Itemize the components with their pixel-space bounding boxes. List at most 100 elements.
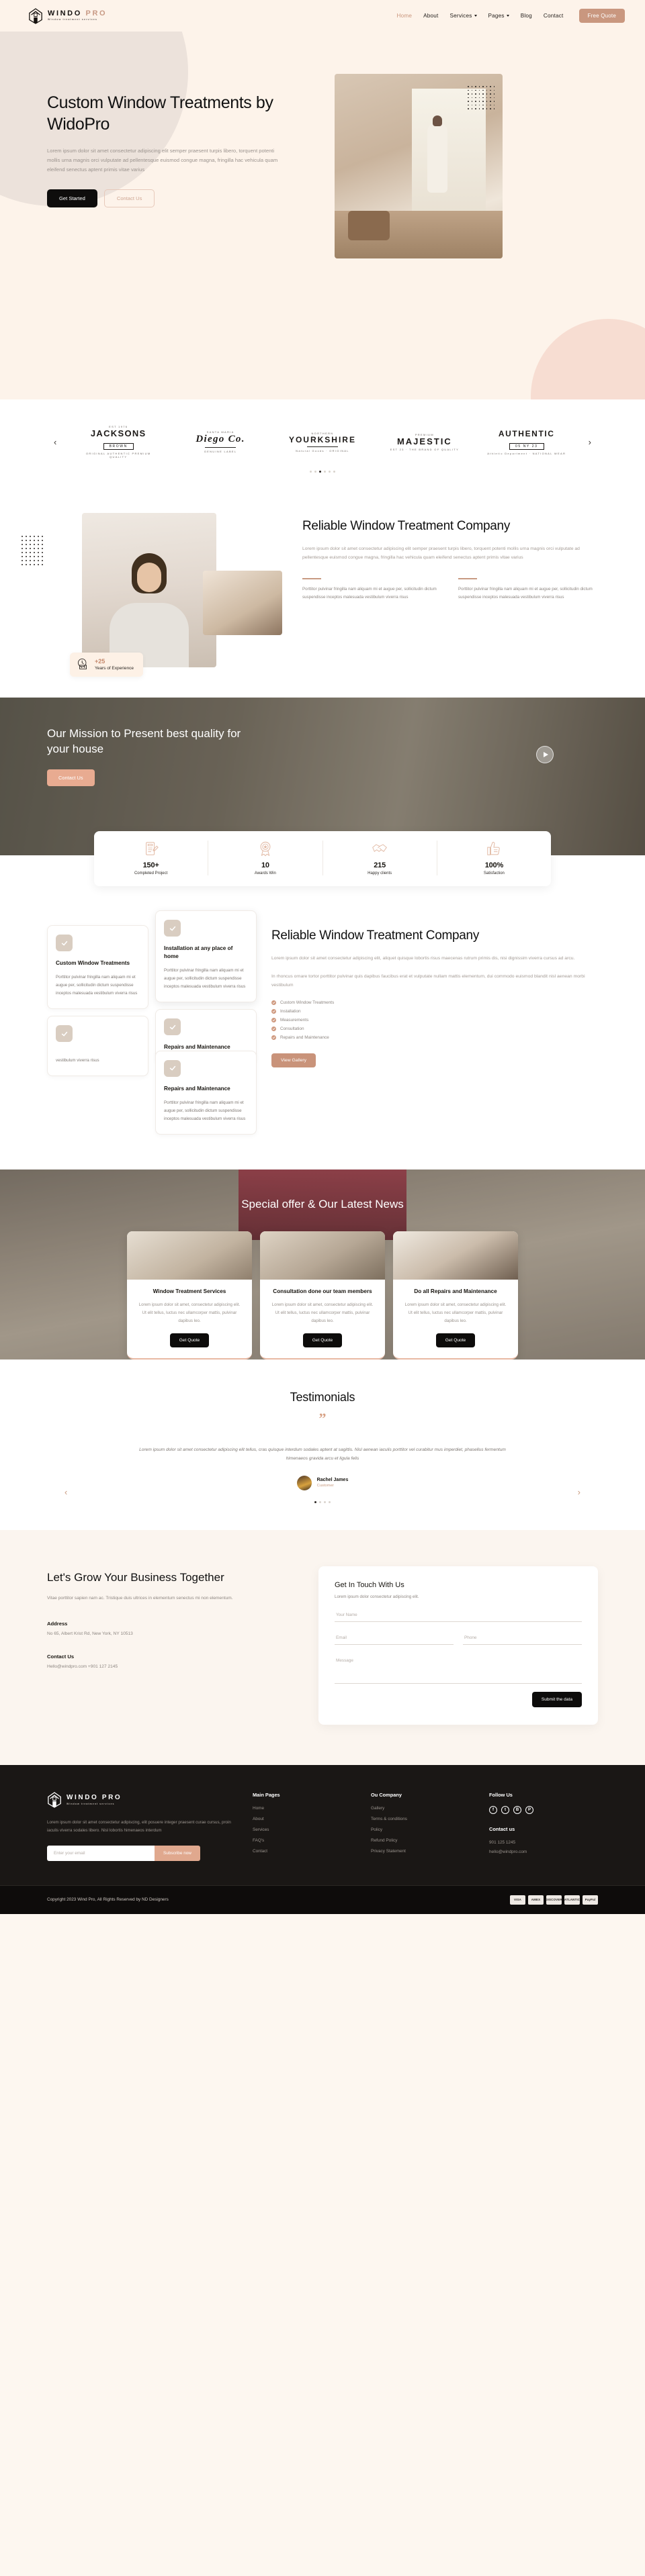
behance-icon[interactable]: B bbox=[513, 1805, 521, 1814]
subscribe-button[interactable]: Subscribe now bbox=[155, 1845, 200, 1861]
footer-logo[interactable]: WINDO PRO Window treatment services bbox=[47, 1791, 235, 1808]
nav-item-contact[interactable]: Contact bbox=[544, 13, 564, 19]
footer-column-follow-us: Follow Us f t B P Contact us 901 125 124… bbox=[489, 1792, 590, 1861]
handshake-icon bbox=[372, 844, 388, 853]
services-paragraph-1: Lorem ipsum dolor sit amet consectetur a… bbox=[271, 955, 575, 961]
get-quote-button[interactable]: Get Quote bbox=[435, 1333, 476, 1348]
partner-logo[interactable]: SANTA MARIA Diego Co. GENUINE LABEL bbox=[180, 430, 261, 453]
footer-link[interactable]: FAQ's bbox=[253, 1838, 353, 1843]
check-circle-icon bbox=[271, 1035, 276, 1041]
testimonials-prev-arrow[interactable]: ‹ bbox=[64, 1487, 67, 1497]
phone-input[interactable] bbox=[463, 1631, 582, 1645]
hero-section: Custom Window Treatments by WidoPro Lore… bbox=[0, 32, 645, 399]
footer-link[interactable]: Contact bbox=[253, 1849, 353, 1854]
logos-pagination[interactable] bbox=[0, 471, 645, 473]
address-value: No 65, Albert Krist Rd, New York, NY 105… bbox=[47, 1631, 133, 1636]
footer-link[interactable]: About bbox=[253, 1817, 353, 1821]
thumbs-up-icon bbox=[487, 842, 501, 855]
mission-contact-button[interactable]: Contact Us bbox=[47, 769, 95, 786]
main-navigation: Home About Services Pages Blog Contact F… bbox=[396, 9, 625, 23]
footer-phone: 901 125 1245 bbox=[489, 1840, 516, 1845]
offer-card[interactable]: Window Treatment Services Lorem ipsum do… bbox=[127, 1231, 252, 1360]
newsletter-email-input[interactable] bbox=[47, 1845, 155, 1861]
submit-button[interactable]: Submit the data bbox=[531, 1691, 582, 1707]
footer-link[interactable]: Services bbox=[253, 1827, 353, 1832]
house-logo-icon bbox=[48, 1791, 61, 1808]
logos-prev-arrow[interactable]: ‹ bbox=[54, 438, 56, 446]
service-card[interactable]: vestibulum viverra risus bbox=[47, 1016, 148, 1077]
logos-next-arrow[interactable]: › bbox=[589, 438, 591, 446]
name-input[interactable] bbox=[335, 1608, 582, 1622]
document-pen-icon bbox=[145, 842, 159, 855]
footer-link[interactable]: Terms & conditions bbox=[371, 1817, 472, 1821]
contact-us-button[interactable]: Contact Us bbox=[103, 189, 155, 208]
partner-logos-section: ‹ EST 1976 JACKSONS BROWN ORIGINAL AUTHE… bbox=[0, 399, 645, 493]
about-column-2: Porttitor pulvinar fringilla nam aliquam… bbox=[458, 578, 598, 602]
message-input[interactable] bbox=[335, 1654, 582, 1684]
newsletter-form: Subscribe now bbox=[47, 1845, 235, 1861]
get-quote-button[interactable]: Get Quote bbox=[302, 1333, 343, 1348]
avatar bbox=[296, 1475, 312, 1490]
feature-item: Measurements bbox=[271, 1018, 598, 1023]
copyright-bar: Copyright 2023 Wind Pro, All Rights Rese… bbox=[0, 1885, 645, 1914]
feature-item: Consultation bbox=[271, 1027, 598, 1032]
site-header: WINDO PRO Window treatment services Home… bbox=[0, 0, 645, 32]
brand-logo[interactable]: WINDO PRO Window treatment services bbox=[20, 7, 107, 24]
copyright-text: Copyright 2023 Wind Pro, All Rights Rese… bbox=[47, 1897, 169, 1903]
check-icon bbox=[164, 920, 181, 937]
check-icon bbox=[56, 1025, 73, 1043]
email-input[interactable] bbox=[335, 1631, 454, 1645]
facebook-icon[interactable]: f bbox=[489, 1805, 497, 1814]
chevron-down-icon bbox=[474, 15, 477, 17]
nav-item-home[interactable]: Home bbox=[396, 13, 412, 19]
form-subtitle: Lorem ipsum dolor consectetur adipiscing… bbox=[335, 1594, 419, 1599]
play-video-button[interactable] bbox=[536, 746, 554, 763]
atlantic-icon: ATLANTIC bbox=[564, 1895, 580, 1905]
testimonials-pagination[interactable] bbox=[0, 1500, 645, 1503]
partner-logo[interactable]: NORTHERN YOURKSHIRE Natural Goods · ORIG… bbox=[282, 432, 363, 452]
house-logo-icon bbox=[29, 7, 42, 24]
free-quote-button[interactable]: Free Quote bbox=[578, 9, 625, 23]
nav-item-services[interactable]: Services bbox=[450, 13, 477, 19]
testimonials-section: Testimonials ” Lorem ipsum dolor sit ame… bbox=[0, 1359, 645, 1530]
hero-title: Custom Window Treatments by WidoPro bbox=[47, 93, 273, 134]
stat-satisfaction: 100% Satisfaction bbox=[437, 841, 551, 875]
check-circle-icon bbox=[271, 1009, 276, 1014]
footer-link[interactable]: Privacy Statement bbox=[371, 1849, 472, 1854]
pinterest-icon[interactable]: P bbox=[525, 1805, 533, 1814]
check-icon bbox=[164, 1018, 181, 1036]
partner-logo[interactable]: PREMIUM MAJESTIC EST 23 · THE BRAND OF Q… bbox=[384, 433, 465, 451]
view-gallery-button[interactable]: View Gallery bbox=[271, 1053, 316, 1068]
twitter-icon[interactable]: t bbox=[501, 1805, 509, 1814]
divider bbox=[458, 578, 477, 579]
hero-dot-pattern bbox=[468, 86, 499, 111]
offer-card[interactable]: Do all Repairs and Maintenance Lorem ips… bbox=[393, 1231, 518, 1360]
testimonial-role: Customer bbox=[316, 1484, 334, 1488]
nav-item-pages[interactable]: Pages bbox=[488, 13, 509, 19]
about-section: +25 Years of Experience Reliable Window … bbox=[0, 493, 645, 698]
services-feature-list: Custom Window Treatments Installation Me… bbox=[271, 1000, 598, 1041]
nav-item-blog[interactable]: Blog bbox=[521, 13, 532, 19]
footer-link[interactable]: Gallery bbox=[371, 1806, 472, 1811]
offer-card[interactable]: Consultation done our team members Lorem… bbox=[260, 1231, 385, 1360]
testimonials-next-arrow[interactable]: › bbox=[578, 1487, 580, 1497]
get-started-button[interactable]: Get Started bbox=[47, 189, 97, 208]
cta-contact-section: Let's Grow Your Business Together Vitae … bbox=[0, 1529, 645, 1765]
footer-column-our-company: Ou Company Gallery Terms & conditions Po… bbox=[371, 1792, 472, 1861]
partner-logo[interactable]: EST 1976 JACKSONS BROWN ORIGINAL AUTHENT… bbox=[78, 425, 159, 459]
nav-item-about[interactable]: About bbox=[423, 13, 438, 19]
footer-link[interactable]: Policy bbox=[371, 1827, 472, 1832]
stat-happy-clients: 215 Happy clients bbox=[323, 841, 437, 875]
services-section: Custom Window Treatments Porttitor pulvi… bbox=[0, 902, 645, 1170]
service-card[interactable]: Installation at any place of home Portti… bbox=[155, 910, 257, 1003]
offer-title: Special offer & Our Latest News bbox=[241, 1198, 404, 1211]
partner-logo[interactable]: AUTHENTIC 05 NY 23 Athletic Department ·… bbox=[486, 429, 567, 455]
footer-link[interactable]: Home bbox=[253, 1806, 353, 1811]
get-quote-button[interactable]: Get Quote bbox=[169, 1333, 210, 1348]
divider bbox=[302, 578, 321, 579]
footer-link[interactable]: Refund Policy bbox=[371, 1838, 472, 1843]
service-card[interactable]: Custom Window Treatments Porttitor pulvi… bbox=[47, 925, 148, 1010]
feature-item: Installation bbox=[271, 1009, 598, 1014]
check-icon bbox=[56, 935, 73, 951]
service-card[interactable]: Repairs and Maintenance Porttitor pulvin… bbox=[155, 1050, 257, 1135]
